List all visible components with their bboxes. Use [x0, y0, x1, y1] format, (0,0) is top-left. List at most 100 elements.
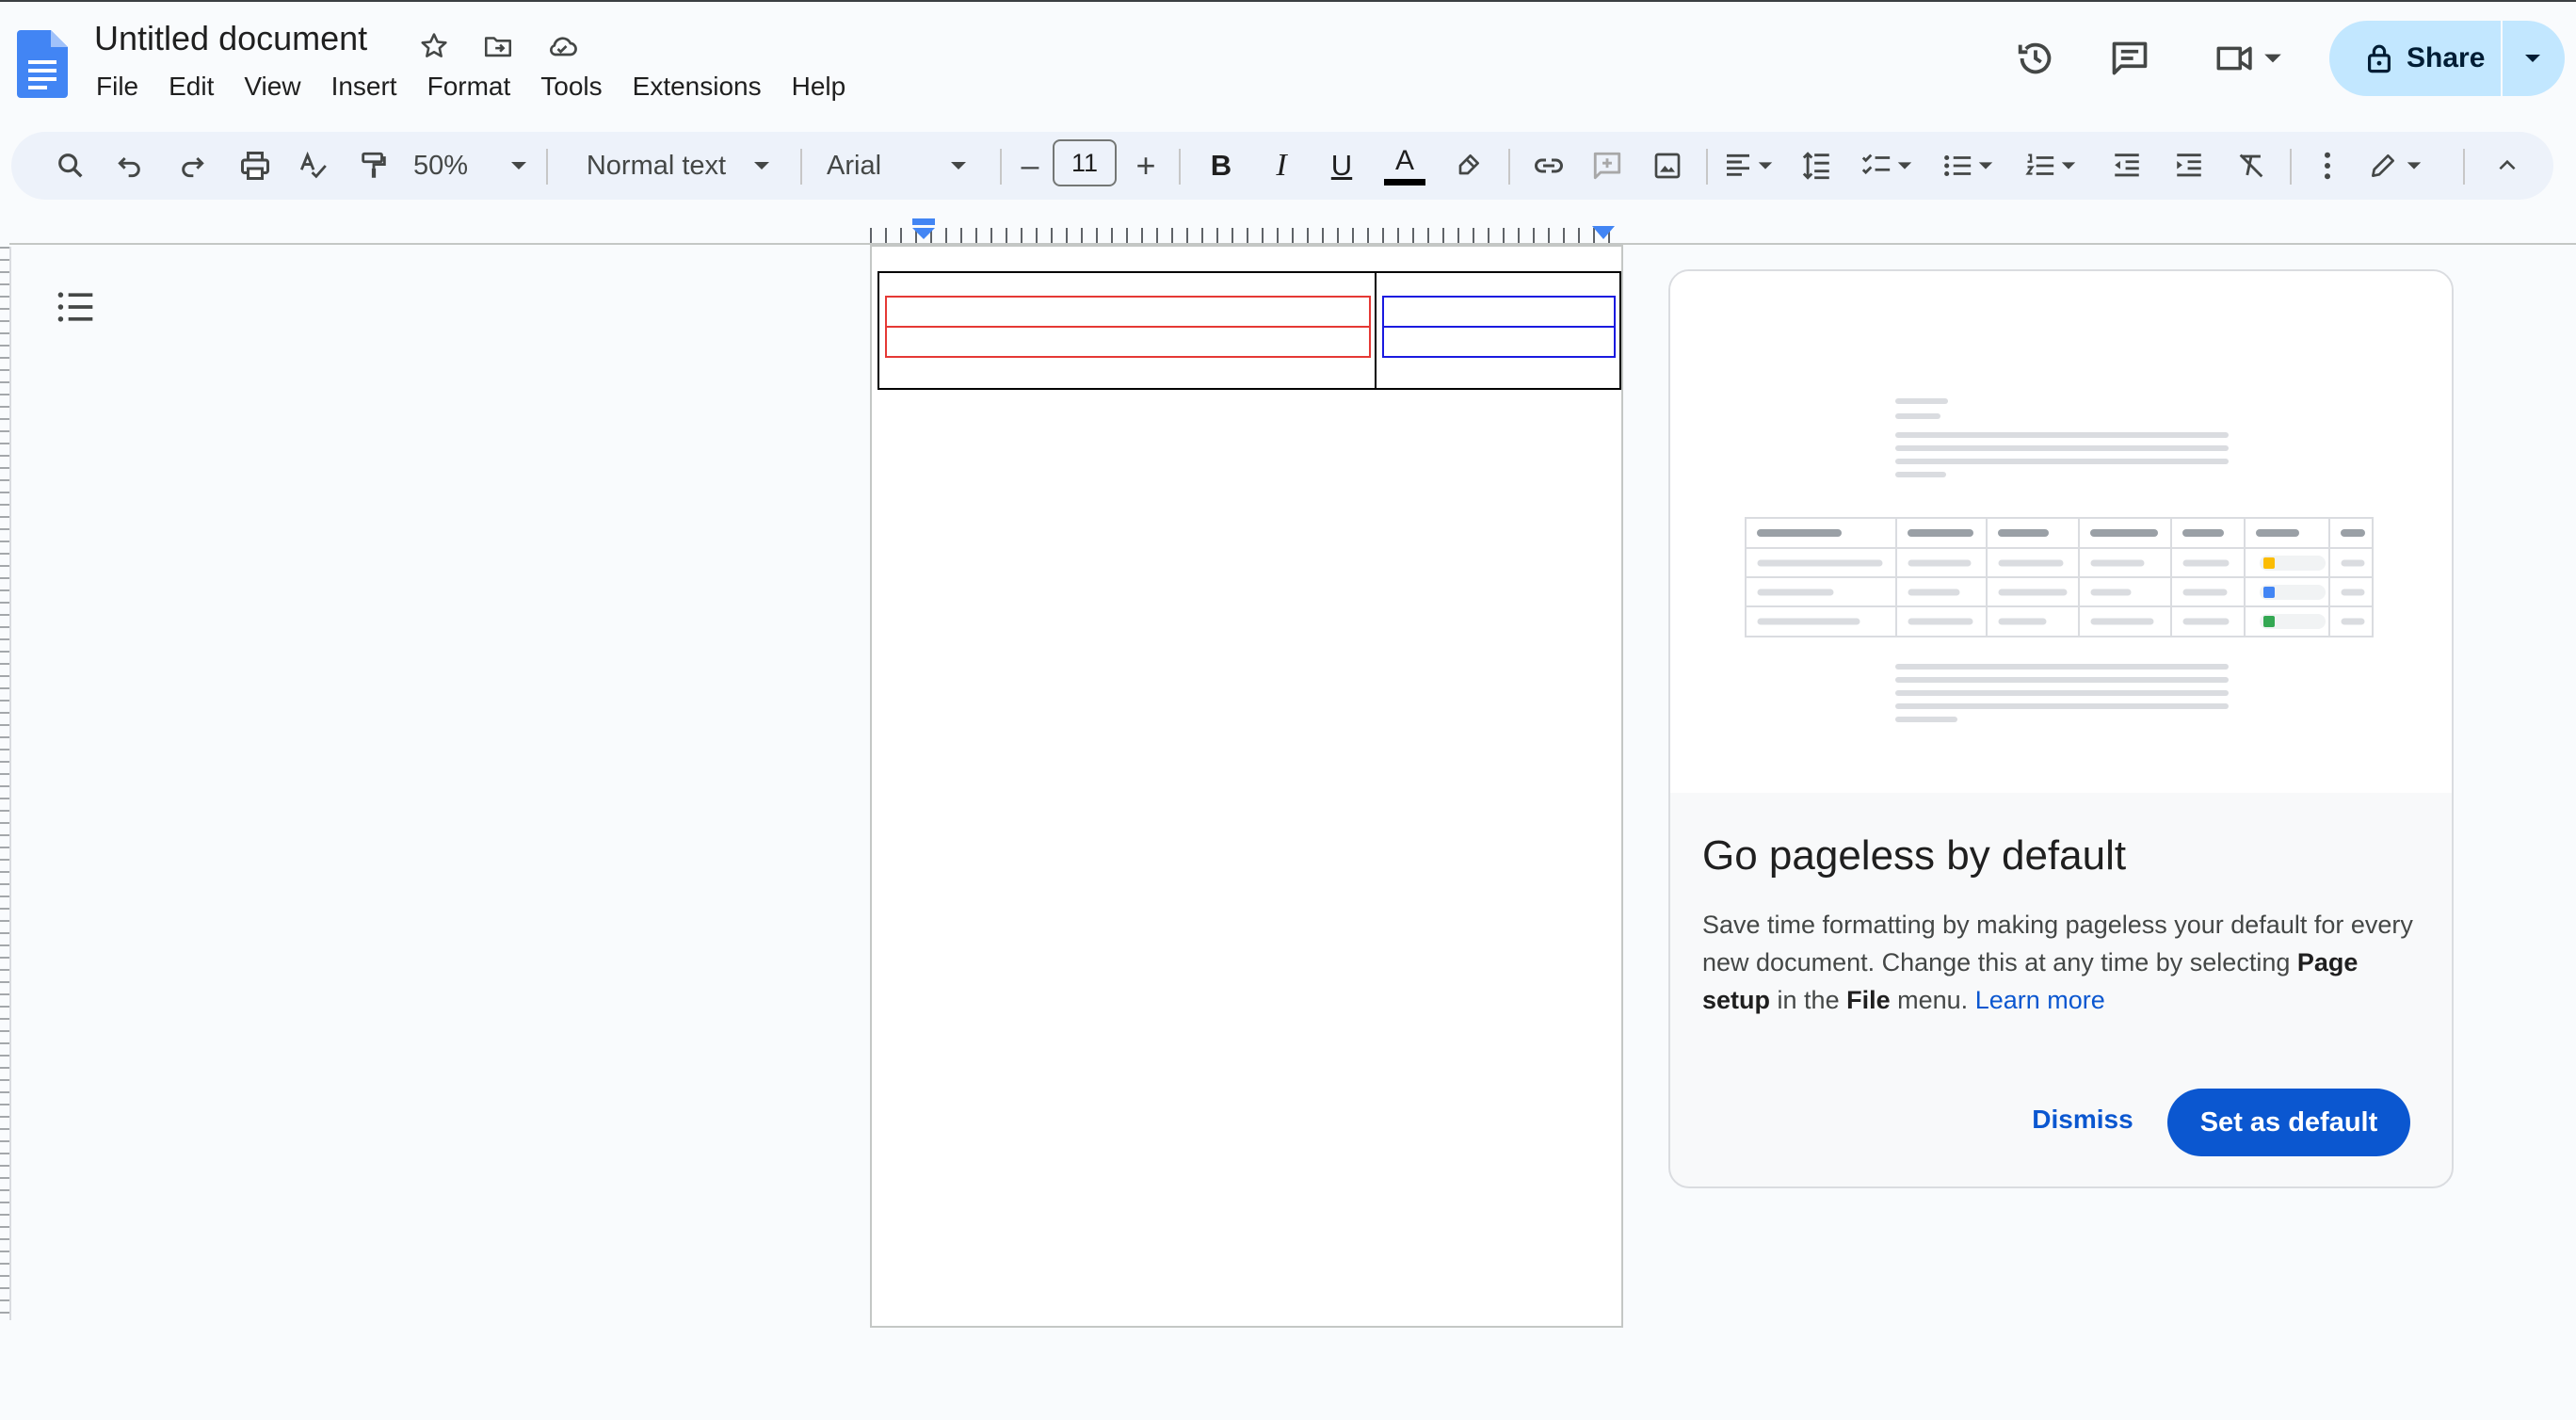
menu-insert[interactable]: Insert: [316, 68, 412, 105]
link-icon: [1535, 158, 1563, 173]
align-button[interactable]: [1714, 132, 1783, 200]
font-size-input[interactable]: 11: [1053, 139, 1117, 186]
share-button[interactable]: Share: [2329, 21, 2501, 96]
chevron-down-icon: [1758, 162, 1773, 169]
menu-format[interactable]: Format: [412, 68, 526, 105]
bulleted-list-button[interactable]: [1932, 132, 2004, 200]
increase-indent-icon: [2177, 153, 2201, 177]
set-as-default-button[interactable]: Set as default: [2167, 1089, 2410, 1156]
bold-button[interactable]: B: [1192, 132, 1250, 200]
table-cell-red-outline[interactable]: [885, 296, 1371, 358]
move-folder-icon[interactable]: [476, 24, 520, 68]
meet-button[interactable]: [2203, 24, 2294, 92]
increase-indent-button[interactable]: [2158, 132, 2220, 200]
menu-view[interactable]: View: [229, 68, 315, 105]
dismiss-button[interactable]: Dismiss: [1998, 1087, 2167, 1153]
print-icon: [241, 152, 269, 180]
undo-button[interactable]: [100, 132, 160, 200]
redo-button[interactable]: [162, 132, 222, 200]
chevron-down-icon: [511, 162, 527, 169]
checklist-button[interactable]: [1851, 132, 1923, 200]
spelling-check-button[interactable]: [282, 132, 345, 200]
paragraph-style-select[interactable]: Normal text: [567, 132, 791, 200]
editing-mode-button[interactable]: [2356, 132, 2435, 200]
share-label: Share: [2407, 42, 2486, 73]
learn-more-link[interactable]: Learn more: [1975, 986, 2105, 1014]
chevron-down-icon: [2264, 54, 2281, 63]
paint-format-icon: [362, 152, 386, 178]
formatting-toolbar: 50% Normal text Arial – 11 + B I U A: [11, 132, 2553, 200]
chevron-down-icon: [2407, 162, 2422, 169]
insert-link-button[interactable]: [1518, 132, 1580, 200]
toolbar-divider: [1179, 149, 1181, 185]
decrease-indent-icon: [2115, 153, 2139, 177]
card-body-text-2: in the: [1777, 986, 1840, 1014]
font-family-select[interactable]: Arial: [819, 132, 992, 200]
document-title[interactable]: Untitled document: [94, 19, 367, 58]
text-color-button[interactable]: A: [1373, 132, 1437, 200]
insert-image-button[interactable]: [1636, 132, 1699, 200]
redo-icon: [182, 156, 204, 178]
menu-extensions[interactable]: Extensions: [618, 68, 777, 105]
underline-button[interactable]: U: [1312, 132, 1371, 200]
italic-button[interactable]: I: [1252, 132, 1311, 200]
google-docs-logo[interactable]: [17, 30, 68, 98]
pencil-icon: [2372, 154, 2394, 177]
table-cell-red-divider: [887, 326, 1369, 328]
hide-menus-button[interactable]: [2478, 132, 2536, 200]
add-comment-button[interactable]: [1576, 132, 1638, 200]
version-history-icon[interactable]: [2002, 24, 2069, 92]
meet-icon: [2216, 46, 2252, 71]
print-button[interactable]: [222, 132, 288, 200]
search-menus-button[interactable]: [38, 132, 104, 200]
paint-format-button[interactable]: [343, 132, 405, 200]
more-options-button[interactable]: [2301, 132, 2354, 200]
toolbar-divider: [546, 149, 548, 185]
share-options-button[interactable]: [2503, 21, 2563, 96]
chevron-up-icon: [2499, 159, 2516, 170]
toolbar-divider: [2463, 149, 2465, 185]
undo-icon: [118, 156, 140, 178]
numbered-list-icon: [2025, 153, 2054, 175]
card-body-text-3: menu.: [1897, 986, 1969, 1014]
left-indent-marker[interactable]: [911, 218, 936, 241]
comments-icon[interactable]: [2096, 24, 2164, 92]
line-spacing-button[interactable]: [1787, 132, 1847, 200]
lock-icon: [2368, 44, 2391, 73]
highlight-color-button[interactable]: [1437, 132, 1499, 200]
menu-tools[interactable]: Tools: [525, 68, 617, 105]
menu-bar: File Edit View Insert Format Tools Exten…: [81, 68, 861, 105]
font-family-value: Arial: [827, 150, 882, 181]
star-icon[interactable]: [412, 24, 456, 68]
menu-help[interactable]: Help: [777, 68, 861, 105]
chevron-down-icon: [2525, 55, 2540, 62]
toolbar-divider: [1508, 149, 1510, 185]
document-outline-icon[interactable]: [55, 286, 96, 328]
document-page[interactable]: [870, 245, 1623, 1328]
table-column-divider: [1375, 273, 1377, 388]
decrease-font-size-button[interactable]: –: [1009, 132, 1051, 200]
table-cell-blue-outline[interactable]: [1382, 296, 1616, 358]
checklist-icon: [1861, 153, 1891, 175]
align-left-icon: [1727, 153, 1749, 176]
chevron-down-icon: [1897, 162, 1912, 169]
horizontal-ruler: [870, 224, 1621, 243]
add-comment-icon: [1593, 152, 1621, 180]
highlighter-icon: [1458, 154, 1479, 175]
chevron-down-icon: [754, 162, 770, 169]
clear-formatting-button[interactable]: [2220, 132, 2282, 200]
paragraph-style-value: Normal text: [586, 150, 727, 181]
right-indent-marker[interactable]: [1591, 224, 1616, 241]
decrease-indent-button[interactable]: [2096, 132, 2158, 200]
menu-edit[interactable]: Edit: [153, 68, 229, 105]
menu-file[interactable]: File: [81, 68, 153, 105]
toolbar-divider: [1000, 149, 1002, 185]
increase-font-size-button[interactable]: +: [1122, 132, 1169, 200]
image-icon: [1654, 153, 1681, 179]
numbered-list-button[interactable]: [2015, 132, 2086, 200]
text-color-label: A: [1394, 144, 1414, 176]
cloud-saved-icon[interactable]: [540, 24, 584, 68]
document-table[interactable]: [877, 271, 1621, 390]
chevron-down-icon: [951, 162, 967, 169]
zoom-select[interactable]: 50%: [405, 132, 537, 200]
